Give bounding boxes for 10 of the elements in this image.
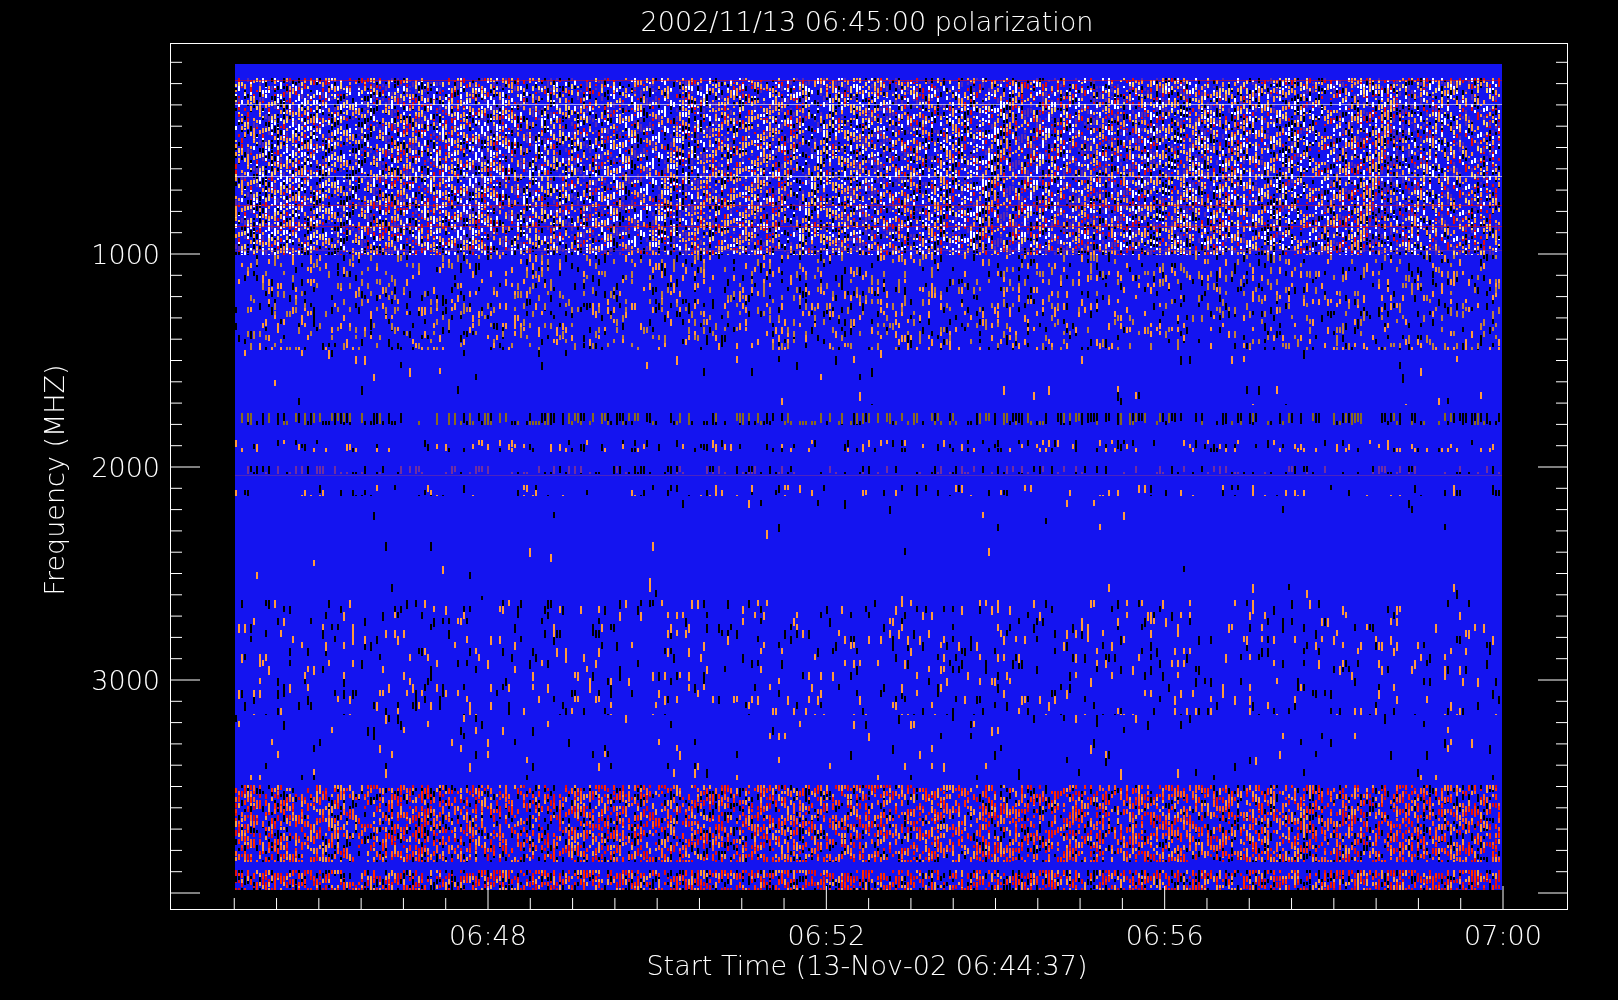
x-tick-label: 06:56 (1125, 920, 1204, 951)
x-tick-label: 06:48 (449, 920, 527, 951)
plot-title: 2002/11/13 06:45:00 polarization (640, 6, 1094, 37)
y-axis-label: Frequency (MHZ) (39, 364, 70, 596)
y-tick-label: 2000 (91, 452, 160, 483)
y-tick-label: 1000 (91, 239, 160, 270)
x-tick-label: 06:52 (787, 920, 866, 951)
y-tick-label: 3000 (91, 665, 160, 696)
x-axis-label: Start Time (13-Nov-02 06:44:37) (646, 950, 1088, 981)
x-tick-label: 07:00 (1464, 920, 1542, 951)
